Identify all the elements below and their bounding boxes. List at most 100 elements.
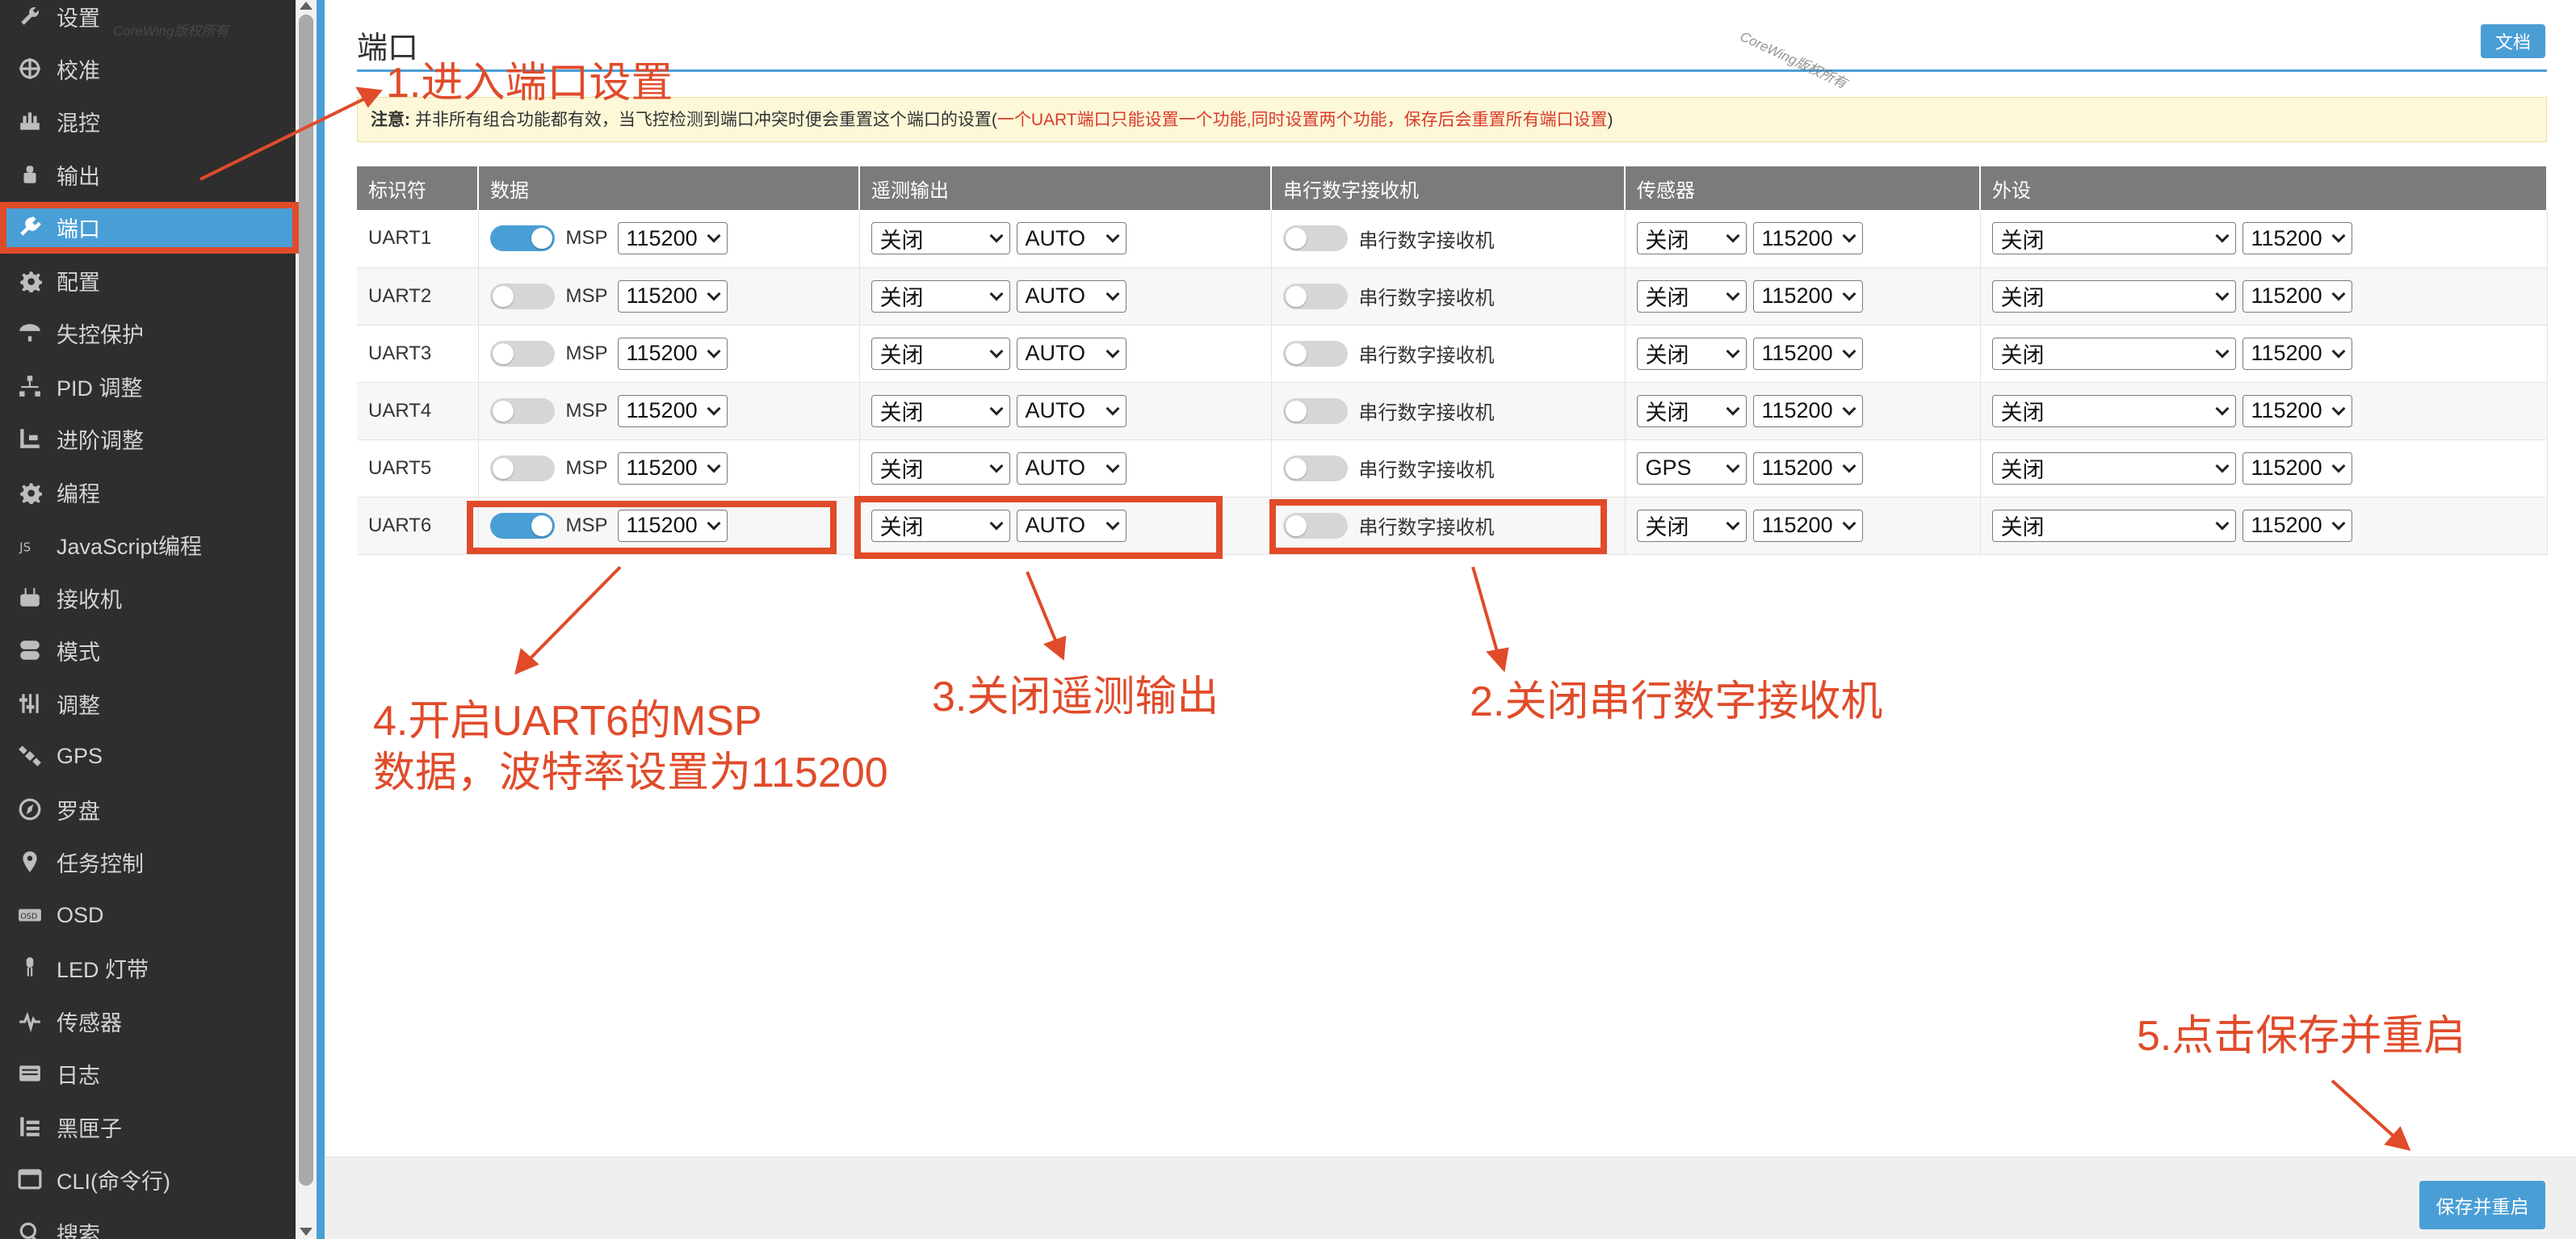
sidebar-item-6[interactable]: 失控保护	[0, 308, 296, 358]
serial-rx-cell: 串行数字接收机	[1271, 382, 1626, 440]
telemetry-select[interactable]: 关闭	[871, 279, 1010, 313]
chevron-down-icon	[1105, 344, 1119, 358]
serial-rx-cell: 串行数字接收机	[1271, 267, 1626, 326]
serial-rx-toggle[interactable]	[1282, 455, 1348, 481]
scroll-up-arrow-icon[interactable]	[300, 2, 313, 10]
sidebar-item-23[interactable]: 搜索	[0, 1208, 296, 1239]
telemetry-select-value: 关闭	[879, 286, 924, 310]
sidebar-item-5[interactable]: 配置	[0, 255, 296, 305]
peripheral-select[interactable]: 关闭	[1991, 509, 2236, 542]
sensor-select[interactable]: 关闭	[1636, 279, 1747, 313]
serial-rx-toggle[interactable]	[1282, 340, 1348, 367]
telemetry-baud-select[interactable]: AUTO	[1016, 337, 1126, 370]
telemetry-select[interactable]: 关闭	[871, 222, 1010, 255]
msp-toggle[interactable]	[489, 283, 555, 309]
sensor-select[interactable]: 关闭	[1636, 394, 1747, 427]
sensor-select[interactable]: 关闭	[1636, 509, 1747, 542]
serial-rx-toggle[interactable]	[1282, 225, 1348, 252]
annotation-step2: 2.关闭串行数字接收机	[1470, 678, 1883, 725]
chevron-down-icon	[707, 287, 721, 300]
telemetry-cell: 关闭 AUTO	[859, 325, 1272, 383]
data-cell: MSP 115200	[478, 382, 860, 440]
sidebar-item-15[interactable]: 罗盘	[0, 784, 296, 834]
sidebar-item-19[interactable]: 传感器	[0, 996, 296, 1046]
peripheral-baud-select[interactable]: 115200	[2242, 394, 2352, 427]
sidebar-item-8[interactable]: 进阶调整	[0, 414, 296, 464]
sensor-baud-select[interactable]: 115200	[1752, 452, 1863, 485]
sensor-select[interactable]: 关闭	[1636, 222, 1747, 255]
msp-baud-select[interactable]: 115200	[617, 279, 728, 313]
sidebar-item-11[interactable]: 接收机	[0, 573, 296, 623]
sidebar-item-12[interactable]: 模式	[0, 625, 296, 675]
sidebar-item-2[interactable]: 混控	[0, 96, 296, 146]
msp-label: MSP	[565, 342, 608, 364]
sensor-baud-select[interactable]: 115200	[1752, 509, 1863, 542]
scroll-thumb[interactable]	[299, 15, 313, 1186]
sidebar-item-10[interactable]: JS JavaScript编程	[0, 519, 296, 569]
sidebar-item-7[interactable]: PID 调整	[0, 361, 296, 411]
sensor-select[interactable]: 关闭	[1636, 337, 1747, 370]
sensor-baud-select[interactable]: 115200	[1752, 337, 1863, 370]
sidebar-item-3[interactable]: 输出	[0, 149, 296, 200]
chevron-down-icon	[1726, 287, 1739, 300]
peripheral-baud-select[interactable]: 115200	[2242, 509, 2352, 542]
sensor-baud-select[interactable]: 115200	[1752, 394, 1863, 427]
telemetry-select[interactable]: 关闭	[871, 452, 1010, 485]
msp-baud-select[interactable]: 115200	[617, 394, 728, 427]
peripheral-select[interactable]: 关闭	[1991, 452, 2236, 485]
msp-baud-select[interactable]: 115200	[617, 222, 728, 255]
peripheral-baud-select[interactable]: 115200	[2242, 222, 2352, 255]
sidebar-item-21[interactable]: 黑匣子	[0, 1102, 296, 1152]
telemetry-baud-select[interactable]: AUTO	[1016, 222, 1126, 255]
sensor-cell: 关闭 115200	[1625, 210, 1981, 268]
peripheral-select[interactable]: 关闭	[1991, 337, 2236, 370]
msp-toggle[interactable]	[489, 340, 555, 367]
msp-toggle[interactable]	[489, 225, 555, 252]
peripheral-baud-select[interactable]: 115200	[2242, 337, 2352, 370]
sidebar-item-13[interactable]: 调整	[0, 678, 296, 729]
svg-text:JS: JS	[19, 540, 31, 555]
serial-rx-toggle[interactable]	[1282, 397, 1348, 424]
peripheral-baud-select[interactable]: 115200	[2242, 279, 2352, 313]
telemetry-baud-select[interactable]: AUTO	[1016, 452, 1126, 485]
sidebar-item-22[interactable]: CLI(命令行)	[0, 1154, 296, 1204]
sidebar-item-label: 接收机	[57, 587, 122, 612]
peripheral-select[interactable]: 关闭	[1991, 222, 2236, 255]
telemetry-baud-select[interactable]: AUTO	[1016, 279, 1126, 313]
sidebar-item-9[interactable]: 编程	[0, 467, 296, 517]
arrow-step2	[1471, 566, 1500, 658]
led-icon	[16, 954, 44, 981]
sidebar-item-18[interactable]: LED 灯带	[0, 943, 296, 993]
header-telemetry: 遥测输出	[859, 166, 1272, 210]
js-icon: JS	[16, 531, 44, 558]
documentation-button[interactable]: 文档	[2481, 24, 2545, 58]
sidebar-item-label: 设置	[57, 6, 100, 31]
sidebar-item-1[interactable]: 校准	[0, 44, 296, 94]
serial-rx-toggle[interactable]	[1282, 283, 1348, 309]
notice-warning: 一个UART端口只能设置一个功能,同时设置两个功能，保存后会重置所有端口设置	[996, 111, 1608, 129]
telemetry-baud-select[interactable]: AUTO	[1016, 394, 1126, 427]
serial-rx-label: 串行数字接收机	[1358, 402, 1495, 424]
telemetry-select[interactable]: 关闭	[871, 394, 1010, 427]
sensor-baud-select[interactable]: 115200	[1752, 279, 1863, 313]
msp-baud-select[interactable]: 115200	[617, 452, 728, 485]
sidebar-item-16[interactable]: 任务控制	[0, 837, 296, 887]
msp-baud-select-value: 115200	[626, 341, 698, 365]
msp-label: MSP	[565, 284, 608, 307]
msp-toggle[interactable]	[489, 397, 555, 424]
peripheral-select[interactable]: 关闭	[1991, 394, 2236, 427]
sidebar-scrollbar[interactable]	[296, 0, 317, 1239]
sidebar-item-14[interactable]: GPS	[0, 731, 296, 781]
sensor-cell: 关闭 115200	[1625, 497, 1981, 555]
peripheral-baud-select[interactable]: 115200	[2242, 452, 2352, 485]
telemetry-select[interactable]: 关闭	[871, 337, 1010, 370]
msp-toggle[interactable]	[489, 455, 555, 481]
scroll-down-arrow-icon[interactable]	[300, 1228, 313, 1236]
sidebar-item-17[interactable]: OSD OSD	[0, 890, 296, 940]
sensor-select[interactable]: GPS	[1636, 452, 1747, 485]
sidebar-item-20[interactable]: 日志	[0, 1048, 296, 1098]
peripheral-select[interactable]: 关闭	[1991, 279, 2236, 313]
save-and-reboot-button[interactable]: 保存并重启	[2419, 1181, 2545, 1229]
msp-baud-select[interactable]: 115200	[617, 337, 728, 370]
sensor-baud-select[interactable]: 115200	[1752, 222, 1863, 255]
